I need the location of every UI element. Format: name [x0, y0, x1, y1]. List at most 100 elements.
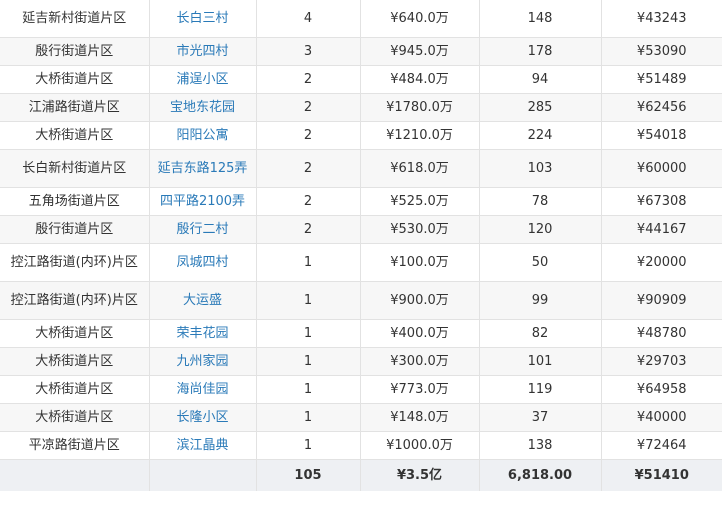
unit-price-cell: ¥54018 [601, 121, 722, 150]
total-price-cell: ¥400.0万 [360, 319, 480, 348]
district-cell: 大桥街道片区 [0, 65, 150, 94]
community-link[interactable]: 海尚佳园 [176, 382, 228, 397]
district-cell: 大桥街道片区 [0, 347, 150, 376]
community-link[interactable]: 滨江晶典 [176, 438, 228, 453]
district-cell: 大桥街道片区 [0, 319, 150, 348]
district-cell: 殷行街道片区 [0, 37, 150, 66]
area-cell: 120 [479, 215, 602, 244]
count-cell: 1 [256, 403, 361, 432]
community-link[interactable]: 长隆小区 [176, 410, 228, 425]
unit-price-cell: ¥64958 [601, 375, 722, 404]
total-price-cell: ¥640.0万 [360, 0, 480, 38]
table-row: 大桥街道片区 阳阳公寓 2 ¥1210.0万 224 ¥54018 [0, 121, 722, 150]
area-cell: 37 [479, 403, 602, 432]
community-cell: 阳阳公寓 [149, 121, 257, 150]
unit-price-cell: ¥44167 [601, 215, 722, 244]
community-link[interactable]: 阳阳公寓 [176, 128, 228, 143]
table-row: 控江路街道(内环)片区 凤城四村 1 ¥100.0万 50 ¥20000 [0, 243, 722, 282]
count-cell: 1 [256, 347, 361, 376]
total-price-cell: ¥300.0万 [360, 347, 480, 376]
community-cell: 凤城四村 [149, 243, 257, 282]
community-cell: 长隆小区 [149, 403, 257, 432]
unit-price-cell: ¥20000 [601, 243, 722, 282]
table-row: 五角场街道片区 四平路2100弄 2 ¥525.0万 78 ¥67308 [0, 187, 722, 216]
community-cell: 长白三村 [149, 0, 257, 38]
district-cell: 控江路街道(内环)片区 [0, 243, 150, 282]
unit-price-cell: ¥67308 [601, 187, 722, 216]
total-price-cell: ¥530.0万 [360, 215, 480, 244]
area-cell: 224 [479, 121, 602, 150]
count-cell: 1 [256, 319, 361, 348]
community-cell: 市光四村 [149, 37, 257, 66]
unit-price-cell: ¥43243 [601, 0, 722, 38]
table-row: 控江路街道(内环)片区 大运盛 1 ¥900.0万 99 ¥90909 [0, 281, 722, 320]
totals-label [0, 459, 150, 491]
district-cell: 五角场街道片区 [0, 187, 150, 216]
table-row: 大桥街道片区 浦逞小区 2 ¥484.0万 94 ¥51489 [0, 65, 722, 94]
area-cell: 148 [479, 0, 602, 38]
unit-price-cell: ¥60000 [601, 149, 722, 188]
count-cell: 1 [256, 431, 361, 460]
community-cell: 延吉东路125弄 [149, 149, 257, 188]
count-cell: 4 [256, 0, 361, 38]
count-cell: 2 [256, 187, 361, 216]
district-cell: 长白新村街道片区 [0, 149, 150, 188]
count-cell: 1 [256, 281, 361, 320]
district-cell: 江浦路街道片区 [0, 93, 150, 122]
community-cell: 荣丰花园 [149, 319, 257, 348]
community-cell: 九州家园 [149, 347, 257, 376]
community-cell: 四平路2100弄 [149, 187, 257, 216]
table-row: 长白新村街道片区 延吉东路125弄 2 ¥618.0万 103 ¥60000 [0, 149, 722, 188]
community-link[interactable]: 九州家园 [176, 354, 228, 369]
unit-price-cell: ¥90909 [601, 281, 722, 320]
community-cell: 殷行二村 [149, 215, 257, 244]
area-cell: 178 [479, 37, 602, 66]
table-row: 殷行街道片区 殷行二村 2 ¥530.0万 120 ¥44167 [0, 215, 722, 244]
table-row: 大桥街道片区 荣丰花园 1 ¥400.0万 82 ¥48780 [0, 319, 722, 348]
table-row: 延吉新村街道片区 长白三村 4 ¥640.0万 148 ¥43243 [0, 0, 722, 38]
count-cell: 2 [256, 121, 361, 150]
community-link[interactable]: 延吉东路125弄 [158, 161, 248, 176]
table-row: 殷行街道片区 市光四村 3 ¥945.0万 178 ¥53090 [0, 37, 722, 66]
community-link[interactable]: 凤城四村 [176, 255, 228, 270]
table-row: 大桥街道片区 九州家园 1 ¥300.0万 101 ¥29703 [0, 347, 722, 376]
total-price-cell: ¥945.0万 [360, 37, 480, 66]
district-cell: 大桥街道片区 [0, 375, 150, 404]
community-link[interactable]: 大运盛 [183, 293, 222, 308]
community-link[interactable]: 浦逞小区 [176, 72, 228, 87]
totals-total-price: ¥3.5亿 [360, 459, 480, 491]
table-row: 大桥街道片区 海尚佳园 1 ¥773.0万 119 ¥64958 [0, 375, 722, 404]
unit-price-cell: ¥62456 [601, 93, 722, 122]
unit-price-cell: ¥48780 [601, 319, 722, 348]
community-link[interactable]: 四平路2100弄 [160, 194, 245, 209]
total-price-cell: ¥484.0万 [360, 65, 480, 94]
total-price-cell: ¥900.0万 [360, 281, 480, 320]
unit-price-cell: ¥53090 [601, 37, 722, 66]
total-price-cell: ¥1000.0万 [360, 431, 480, 460]
unit-price-cell: ¥29703 [601, 347, 722, 376]
area-cell: 103 [479, 149, 602, 188]
unit-price-cell: ¥40000 [601, 403, 722, 432]
total-price-cell: ¥1780.0万 [360, 93, 480, 122]
table-row: 大桥街道片区 长隆小区 1 ¥148.0万 37 ¥40000 [0, 403, 722, 432]
community-link[interactable]: 荣丰花园 [176, 326, 228, 341]
unit-price-cell: ¥51489 [601, 65, 722, 94]
community-link[interactable]: 宝地东花园 [170, 100, 235, 115]
count-cell: 2 [256, 215, 361, 244]
area-cell: 82 [479, 319, 602, 348]
total-price-cell: ¥525.0万 [360, 187, 480, 216]
community-link[interactable]: 殷行二村 [176, 222, 228, 237]
area-cell: 119 [479, 375, 602, 404]
count-cell: 2 [256, 65, 361, 94]
total-price-cell: ¥148.0万 [360, 403, 480, 432]
community-link[interactable]: 市光四村 [176, 44, 228, 59]
district-cell: 大桥街道片区 [0, 121, 150, 150]
area-cell: 50 [479, 243, 602, 282]
area-cell: 94 [479, 65, 602, 94]
table-row: 平凉路街道片区 滨江晶典 1 ¥1000.0万 138 ¥72464 [0, 431, 722, 460]
community-cell: 浦逞小区 [149, 65, 257, 94]
area-cell: 138 [479, 431, 602, 460]
community-link[interactable]: 长白三村 [176, 11, 228, 26]
district-cell: 殷行街道片区 [0, 215, 150, 244]
district-cell: 延吉新村街道片区 [0, 0, 150, 38]
